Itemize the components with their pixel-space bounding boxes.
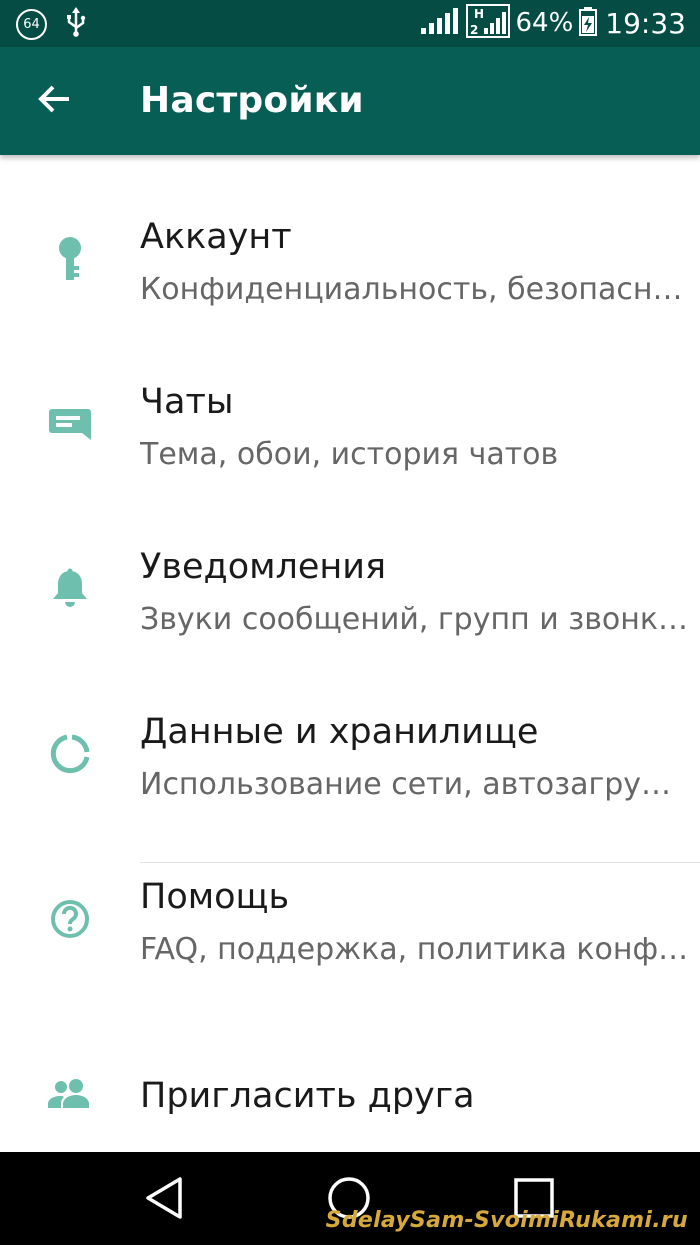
settings-item-title: Аккаунт — [140, 217, 292, 257]
bell-icon — [44, 563, 96, 615]
usb-icon — [65, 6, 87, 42]
settings-item-title: Помощь — [140, 877, 290, 917]
back-button[interactable] — [34, 81, 74, 121]
settings-item-subtitle: Использование сети, автозагру… — [140, 767, 672, 802]
status-bar: 64 H 2 64% 19:33 — [0, 0, 700, 47]
back-triangle-icon — [144, 1176, 184, 1225]
settings-item-notifications[interactable]: Уведомления Звуки сообщений, групп и зво… — [0, 485, 700, 650]
status-bar-right: H 2 64% 19:33 — [420, 3, 686, 43]
data-usage-icon — [44, 728, 96, 780]
settings-item-title: Уведомления — [140, 547, 387, 587]
list-divider — [140, 862, 700, 863]
battery-percent: 64% — [515, 8, 574, 38]
page-title: Настройки — [140, 80, 364, 121]
svg-text:2: 2 — [470, 23, 478, 37]
svg-text:H: H — [474, 7, 484, 21]
clock: 19:33 — [605, 6, 686, 40]
settings-item-title: Пригласить друга — [140, 1076, 475, 1116]
settings-item-chats[interactable]: Чаты Тема, обои, история чатов — [0, 320, 700, 485]
h-signal-icon: H 2 — [465, 3, 510, 43]
help-icon — [44, 893, 96, 945]
settings-item-help[interactable]: Помощь FAQ, поддержка, политика конф… — [0, 815, 700, 980]
arrow-back-icon — [37, 84, 71, 119]
settings-item-title: Данные и хранилище — [140, 712, 539, 752]
nav-back-button[interactable] — [136, 1172, 192, 1228]
watermark: SdelaySam-SvoimiRukami.ru — [325, 1208, 688, 1233]
signal-icon — [420, 6, 460, 41]
key-icon — [44, 233, 96, 285]
notification-badge: 64 — [16, 8, 47, 40]
settings-item-subtitle: Звуки сообщений, групп и звонк… — [140, 602, 688, 637]
settings-item-invite-friend[interactable]: Пригласить друга — [0, 1028, 700, 1152]
battery-charging-icon — [579, 6, 598, 41]
settings-item-subtitle: Тема, обои, история чатов — [140, 437, 559, 472]
status-bar-left: 64 — [16, 6, 87, 42]
settings-item-title: Чаты — [140, 382, 234, 422]
settings-item-data-storage[interactable]: Данные и хранилище Использование сети, а… — [0, 650, 700, 815]
chat-icon — [44, 398, 96, 450]
people-icon — [44, 1068, 96, 1120]
settings-list: Аккаунт Конфиденциальность, безопасн… Ча… — [0, 155, 700, 980]
settings-item-subtitle: Конфиденциальность, безопасн… — [140, 272, 683, 307]
system-nav-bar: SdelaySam-SvoimiRukami.ru — [0, 1152, 700, 1245]
settings-item-account[interactable]: Аккаунт Конфиденциальность, безопасн… — [0, 155, 700, 320]
app-toolbar: Настройки — [0, 47, 700, 155]
settings-item-subtitle: FAQ, поддержка, политика конф… — [140, 932, 689, 967]
